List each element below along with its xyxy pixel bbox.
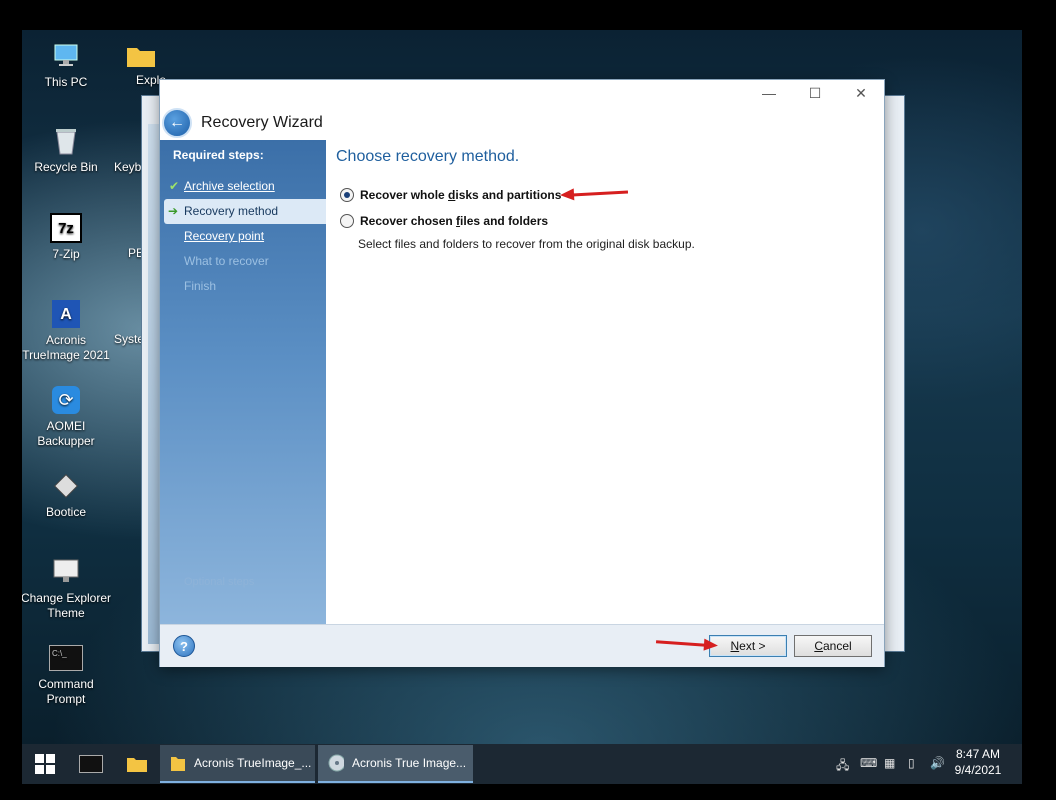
acronis-disc-icon: [328, 754, 344, 772]
clock-date: 9/4/2021: [954, 763, 1002, 777]
option-recover-whole-disks[interactable]: Recover whole disks and partitions: [340, 188, 561, 202]
step-label: Recovery method: [184, 204, 279, 218]
usb-icon[interactable]: ▯: [908, 756, 915, 770]
clock-time: 8:47 AM: [955, 747, 1001, 761]
partial-label-system: Syste: [114, 332, 145, 346]
color-icon[interactable]: ▦: [884, 756, 895, 770]
monitor-icon: [49, 40, 83, 72]
desktop-icon-label: Acronis TrueImage 2021: [22, 333, 110, 362]
optional-steps-label: Optional steps: [184, 576, 255, 588]
checkmark-icon: ✔: [169, 179, 180, 193]
monitor-theme-icon: [49, 556, 83, 588]
step-recovery-method: ➔ Recovery method: [164, 199, 326, 224]
step-label: Archive selection: [184, 179, 275, 193]
folder-icon: [124, 40, 158, 72]
option-label: Recover chosen files and folders: [360, 214, 549, 228]
current-step-arrow-icon: ➔: [168, 204, 179, 218]
wizard-steps-sidebar: Required steps: ✔ Archive selection ➔ Re…: [160, 140, 326, 624]
step-what-to-recover: What to recover: [160, 249, 326, 274]
maximize-button[interactable]: ☐: [792, 80, 838, 106]
acronis-icon: A: [49, 298, 83, 330]
step-label: What to recover: [184, 254, 269, 268]
step-archive-selection[interactable]: ✔ Archive selection: [160, 174, 326, 199]
wizard-title-bar: ← Recovery Wizard: [160, 106, 360, 140]
step-recovery-point[interactable]: Recovery point: [160, 224, 326, 249]
content-heading: Choose recovery method.: [336, 148, 520, 165]
step-label: Finish: [184, 279, 217, 293]
cancel-button[interactable]: Cancel: [794, 635, 872, 657]
step-finish: Finish: [160, 274, 326, 299]
taskbar-button-acronis-folder[interactable]: Acronis TrueImage_...: [160, 745, 315, 783]
wizard-title: Recovery Wizard: [201, 114, 323, 131]
option-label: Recover whole disks and partitions: [360, 188, 562, 202]
desktop-icon-change-explorer-theme[interactable]: Change Explorer Theme: [22, 556, 112, 621]
acronis-glyph: A: [52, 300, 80, 328]
windows-start-icon[interactable]: [26, 748, 64, 780]
desktop-icon-label: Command Prompt: [38, 677, 94, 706]
option-description: Select files and folders to recover from…: [358, 237, 695, 251]
desktop-icon-label: Change Explorer Theme: [22, 591, 112, 620]
cmd-icon: C:\_: [49, 642, 83, 674]
recycle-bin-icon: [49, 125, 83, 157]
aomei-icon: ⟳: [49, 384, 83, 416]
next-button[interactable]: Next >: [709, 635, 787, 657]
desktop-icon-recycle-bin[interactable]: Recycle Bin: [22, 125, 112, 175]
back-arrow-icon[interactable]: ←: [162, 108, 192, 138]
7zip-icon: 7z: [49, 212, 83, 244]
desktop-icon-7zip[interactable]: 7z 7-Zip: [22, 212, 112, 262]
wizard-content: Choose recovery method. Recover whole di…: [326, 140, 884, 624]
desktop-icon-explorer[interactable]: [110, 40, 170, 75]
minimize-button[interactable]: —: [746, 80, 792, 106]
volume-icon[interactable]: 🔊: [930, 756, 945, 770]
window-controls: — ☐ ✕: [746, 80, 884, 106]
desktop-icon-acronis[interactable]: A Acronis TrueImage 2021: [22, 298, 112, 363]
help-icon[interactable]: ?: [173, 635, 195, 657]
desktop-icon-label: Bootice: [45, 505, 87, 519]
task-label: Acronis True Image...: [352, 756, 467, 770]
taskbar: Acronis TrueImage_... Acronis True Image…: [22, 744, 1022, 784]
required-steps-header: Required steps:: [173, 148, 264, 162]
desktop-icon-label: 7-Zip: [52, 247, 80, 261]
partial-label-keyboard: Keyb: [114, 160, 142, 174]
desktop-icon-label: Recycle Bin: [34, 160, 98, 174]
radio-unselected[interactable]: [340, 214, 354, 228]
option-recover-chosen-files[interactable]: Recover chosen files and folders: [340, 214, 548, 228]
cmd-taskbar-icon[interactable]: [72, 748, 110, 780]
desktop-icon-command-prompt[interactable]: C:\_ Command Prompt: [22, 642, 112, 707]
network-icon[interactable]: 🖧: [836, 756, 849, 777]
desktop-icon-label: AOMEI Backupper: [37, 419, 95, 448]
step-label: Recovery point: [184, 229, 265, 243]
7zip-glyph: 7z: [50, 213, 82, 243]
folder-icon: [171, 757, 185, 771]
keyboard-icon[interactable]: ⌨: [860, 756, 877, 770]
taskbar-button-acronis-true-image[interactable]: Acronis True Image...: [318, 745, 473, 783]
radio-selected[interactable]: [340, 188, 354, 202]
bootice-icon: [49, 470, 83, 502]
close-button[interactable]: ✕: [838, 80, 884, 106]
clock[interactable]: 8:47 AM 9/4/2021: [952, 746, 1004, 778]
desktop-icon-this-pc[interactable]: This PC: [22, 40, 112, 90]
desktop-icon-label: This PC: [44, 75, 88, 89]
file-explorer-taskbar-icon[interactable]: [118, 748, 156, 780]
wizard-button-bar: ? Next > Cancel: [160, 624, 884, 667]
desktop-icon-bootice[interactable]: Bootice: [22, 470, 112, 520]
desktop-icon-aomei[interactable]: ⟳ AOMEI Backupper: [22, 384, 112, 449]
recovery-wizard-window: — ☐ ✕ ← Recovery Wizard Required steps: …: [160, 80, 884, 667]
task-label: Acronis TrueImage_...: [194, 756, 312, 770]
